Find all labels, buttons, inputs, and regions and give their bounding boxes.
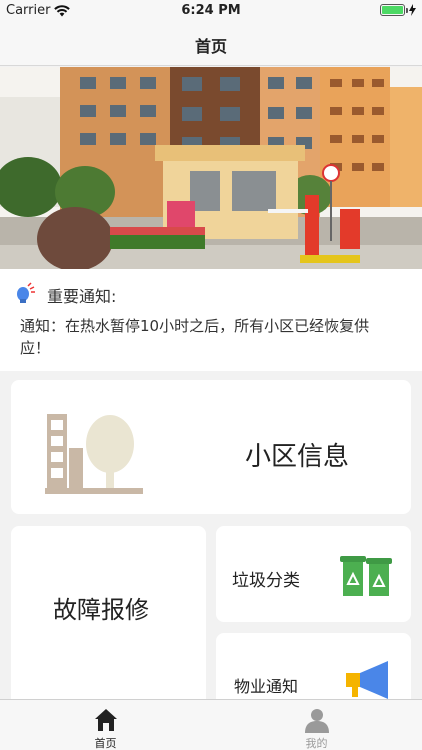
megaphone-icon [346, 661, 388, 699]
home-icon [94, 709, 117, 731]
notice-panel[interactable]: 重要通知: 通知：在热水暂停10小时之后，所有小区已经恢复供应！ [0, 269, 422, 371]
community-photo [0, 67, 422, 269]
battery-icon [380, 4, 408, 16]
nav-bar: 首页 [0, 22, 422, 66]
tab-mine[interactable]: 我的 [211, 700, 422, 750]
tab-mine-label: 我的 [305, 737, 328, 750]
notice-title: 重要通知: [47, 287, 117, 306]
tab-home-label: 首页 [94, 737, 117, 750]
charging-icon [409, 4, 416, 16]
notice-body: 通知：在热水暂停10小时之后，所有小区已经恢复供应！ [20, 317, 370, 357]
status-time: 6:24 PM [181, 3, 241, 18]
repair-card[interactable]: 故障报修 [11, 526, 206, 706]
community-building-icon [45, 414, 143, 494]
repair-label: 故障报修 [53, 596, 149, 624]
page-title: 首页 [194, 37, 227, 56]
status-bar: Carrier 6:24 PM [0, 0, 422, 22]
banner-image[interactable] [0, 67, 422, 269]
app-screen: Carrier 6:24 PM 首页 重要通知: 通知：在热水暂停10小时之后，… [0, 0, 422, 750]
recycle-bin-icon [340, 556, 392, 596]
property-notice-label: 物业通知 [234, 677, 299, 696]
status-right [380, 4, 416, 16]
garbage-label: 垃圾分类 [232, 571, 300, 591]
tab-bar: 首页 我的 [0, 699, 422, 750]
broadcast-icon [17, 282, 35, 303]
community-info-card[interactable]: 小区信息 [11, 380, 411, 514]
user-icon [304, 709, 329, 733]
garbage-card[interactable]: 垃圾分类 [216, 526, 411, 622]
tab-home[interactable]: 首页 [0, 700, 211, 750]
community-info-label: 小区信息 [245, 442, 350, 472]
